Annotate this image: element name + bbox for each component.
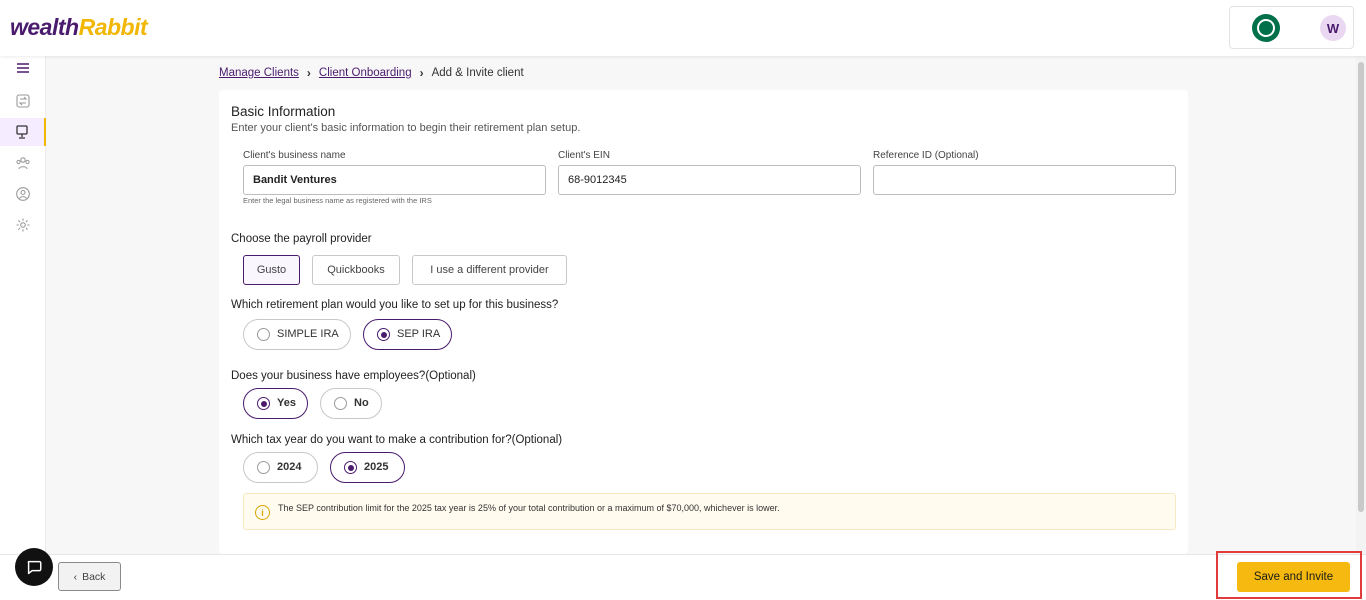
tax-year-option-label: 2024 <box>277 461 302 473</box>
retirement-plan-label: Which retirement plan would you like to … <box>231 299 559 311</box>
section-subtitle: Enter your client's basic information to… <box>231 122 581 134</box>
sidebar <box>0 56 46 600</box>
breadcrumb: Manage Clients › Client Onboarding › Add… <box>219 65 524 81</box>
tax-year-option-2024[interactable]: 2024 <box>243 452 318 483</box>
starbucks-logo-icon <box>1252 14 1280 42</box>
chevron-right-icon: › <box>419 66 424 80</box>
employees-option-no[interactable]: No <box>320 388 382 419</box>
people-group-icon[interactable] <box>0 149 46 177</box>
save-and-invite-button[interactable]: Save and Invite <box>1237 562 1350 592</box>
footer-bar <box>0 554 1366 600</box>
basic-information-card: Basic Information Enter your client's ba… <box>219 90 1188 554</box>
tax-year-option-2025[interactable]: 2025 <box>330 452 405 483</box>
notice-text: The SEP contribution limit for the 2025 … <box>278 503 780 513</box>
sep-contribution-notice: i The SEP contribution limit for the 202… <box>243 493 1176 530</box>
breadcrumb-client-onboarding[interactable]: Client Onboarding <box>319 67 412 79</box>
plan-option-simple-ira[interactable]: SIMPLE IRA <box>243 319 351 350</box>
breadcrumb-current: Add & Invite client <box>431 67 524 79</box>
employees-option-yes[interactable]: Yes <box>243 388 308 419</box>
user-circle-icon[interactable] <box>0 180 46 208</box>
business-name-label: Client's business name <box>243 150 346 161</box>
info-icon: i <box>255 505 270 520</box>
employees-label: Does your business have employees?(Optio… <box>231 370 476 382</box>
user-avatar[interactable]: W <box>1320 15 1346 41</box>
employees-option-label: No <box>354 397 369 409</box>
tax-year-option-label: 2025 <box>364 461 389 473</box>
radio-checked-icon <box>257 397 270 410</box>
radio-unchecked-icon <box>257 461 270 474</box>
page-scrollbar[interactable] <box>1356 56 1366 554</box>
chevron-right-icon: › <box>306 66 311 80</box>
section-title: Basic Information <box>231 104 336 119</box>
employees-option-label: Yes <box>277 397 296 409</box>
chevron-left-icon: ‹ <box>73 570 78 583</box>
plan-option-label: SIMPLE IRA <box>277 328 339 340</box>
radio-checked-icon <box>377 328 390 341</box>
breadcrumb-manage-clients[interactable]: Manage Clients <box>219 67 299 79</box>
logo-text-rabbit: Rabbit <box>78 14 148 40</box>
radio-unchecked-icon <box>257 328 270 341</box>
account-switcher[interactable]: W <box>1229 6 1354 49</box>
payroll-provider-label: Choose the payroll provider <box>231 233 372 245</box>
gear-icon[interactable] <box>0 211 46 239</box>
menu-icon[interactable] <box>0 54 46 82</box>
payroll-option-different[interactable]: I use a different provider <box>412 255 567 285</box>
app-logo[interactable]: wealthRabbit <box>10 14 148 41</box>
payroll-option-quickbooks[interactable]: Quickbooks <box>312 255 400 285</box>
radio-unchecked-icon <box>334 397 347 410</box>
logo-text-wealth: wealth <box>10 14 79 40</box>
transfer-icon[interactable] <box>0 87 46 115</box>
monitor-icon[interactable] <box>0 118 46 146</box>
reference-id-label: Reference ID (Optional) <box>873 150 979 161</box>
radio-checked-icon <box>344 461 357 474</box>
plan-option-sep-ira[interactable]: SEP IRA <box>363 319 452 350</box>
back-button-label: Back <box>82 570 106 583</box>
ein-input[interactable] <box>558 165 861 195</box>
reference-id-input[interactable] <box>873 165 1176 195</box>
back-button[interactable]: ‹ Back <box>58 562 121 591</box>
business-name-hint: Enter the legal business name as registe… <box>243 196 432 205</box>
plan-option-label: SEP IRA <box>397 328 441 340</box>
scrollbar-thumb[interactable] <box>1358 62 1364 512</box>
ein-label: Client's EIN <box>558 150 610 161</box>
payroll-option-gusto[interactable]: Gusto <box>243 255 300 285</box>
business-name-input[interactable] <box>243 165 546 195</box>
tax-year-label: Which tax year do you want to make a con… <box>231 434 563 446</box>
top-header: wealthRabbit W <box>0 0 1366 56</box>
chat-bubble-icon[interactable] <box>15 548 53 586</box>
